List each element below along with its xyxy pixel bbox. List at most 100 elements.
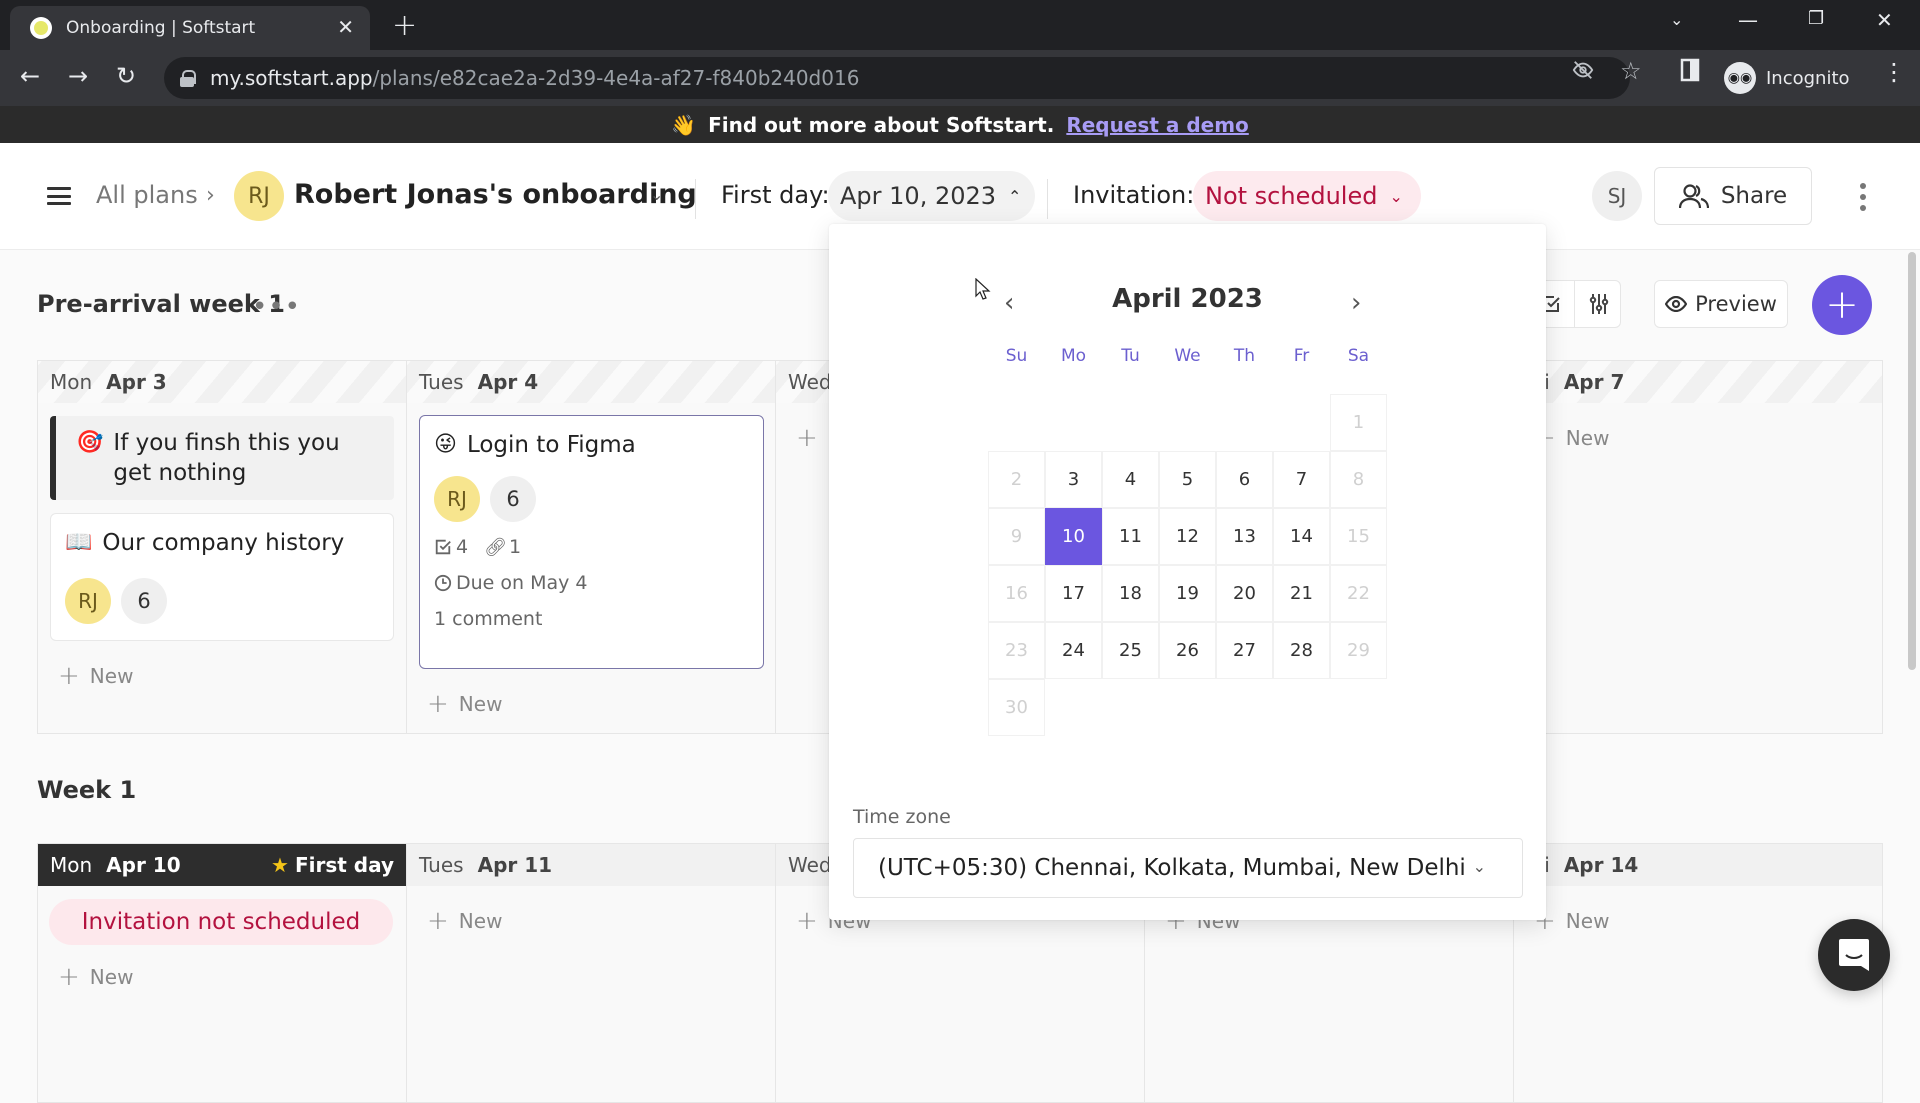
close-window-icon[interactable]: ✕ (1876, 8, 1893, 32)
calendar-day[interactable]: 3 (1045, 451, 1102, 508)
comment-count[interactable]: 1 comment (434, 608, 763, 630)
browser-tab[interactable]: Onboarding | Softstart ✕ (10, 6, 370, 50)
calendar-day[interactable]: 20 (1216, 565, 1273, 622)
day-name: Wed (788, 370, 832, 394)
tab-title: Onboarding | Softstart (66, 18, 256, 38)
first-day-label: First day: (721, 181, 830, 209)
section-title: Pre-arrival week 1 (37, 290, 285, 318)
preview-button[interactable]: Preview (1654, 280, 1788, 328)
assignee-count: 6 (490, 476, 536, 522)
calendar-day[interactable]: 11 (1102, 508, 1159, 565)
breadcrumb-all-plans[interactable]: All plans (96, 181, 198, 209)
url-path: /plans/e82cae2a-2d39-4e4a-af27-f840b240d… (372, 66, 860, 90)
reload-icon[interactable]: ↻ (116, 62, 136, 90)
tab-search-icon[interactable]: ⌄ (1670, 10, 1683, 29)
day-column: Mon Apr 10 ★ First day Invitation not sch… (38, 844, 407, 1102)
calendar-day[interactable]: 28 (1273, 622, 1330, 679)
calendar-day[interactable]: 24 (1045, 622, 1102, 679)
new-tab-button[interactable]: + (392, 8, 417, 43)
bookmark-star-icon[interactable]: ☆ (1620, 57, 1642, 85)
calendar-day[interactable]: 14 (1273, 508, 1330, 565)
calendar-day: 2 (988, 451, 1045, 508)
winking-face-icon: 😜 (434, 432, 457, 457)
share-button[interactable]: Share (1654, 167, 1812, 225)
calendar-day: 29 (1330, 622, 1387, 679)
support-chat-button[interactable] (1818, 919, 1890, 991)
day-column: Tues Apr 4 😜 Login to Figma RJ 6 4 🔗︎ 1 … (407, 361, 776, 733)
page-scrollbar[interactable] (1908, 252, 1916, 670)
filter-sliders-icon[interactable] (1575, 281, 1622, 327)
user-avatar[interactable]: SJ (1592, 171, 1642, 221)
new-label: New (89, 965, 134, 989)
calendar-day[interactable]: 13 (1216, 508, 1273, 565)
request-demo-link[interactable]: Request a demo (1066, 113, 1248, 137)
incognito-label: Incognito (1766, 67, 1850, 89)
milestone-card[interactable]: 🎯 If you finsh this you get nothing (50, 416, 394, 500)
new-label: New (1565, 909, 1610, 933)
calendar-day[interactable]: 18 (1102, 565, 1159, 622)
calendar-day[interactable]: 17 (1045, 565, 1102, 622)
weekday-label: Mo (1060, 346, 1087, 366)
calendar-day[interactable]: 12 (1159, 508, 1216, 565)
calendar-day[interactable]: 6 (1216, 451, 1273, 508)
calendar-day[interactable]: 19 (1159, 565, 1216, 622)
day-date: Apr 4 (477, 370, 539, 394)
url-input[interactable]: my.softstart.app/plans/e82cae2a-2d39-4e4… (164, 57, 1630, 99)
weekday-header: Su Mo Tu We Th Fr Sa (988, 346, 1388, 366)
assignee-count: 6 (121, 578, 167, 624)
calendar-day[interactable]: 5 (1159, 451, 1216, 508)
add-task-button[interactable]: + (1812, 275, 1872, 335)
next-month-chevron-icon[interactable]: › (1351, 288, 1361, 318)
new-task-button[interactable]: + New (58, 661, 133, 691)
first-day-badge-label: First day (294, 853, 394, 877)
address-bar-row: ← → ↻ my.softstart.app/plans/e82cae2a-2d… (0, 50, 1920, 106)
first-day-date-picker-button[interactable]: Apr 10, 2023 ⌃ (828, 171, 1036, 221)
side-panel-icon[interactable] (1680, 58, 1700, 88)
previous-month-chevron-icon[interactable]: ‹ (1004, 288, 1014, 318)
task-card[interactable]: 📖 Our company history RJ 6 (50, 513, 394, 641)
first-day-badge: ★ First day (271, 853, 394, 877)
close-tab-icon[interactable]: ✕ (337, 15, 354, 39)
calendar-day[interactable]: 27 (1216, 622, 1273, 679)
task-card[interactable]: 😜 Login to Figma RJ 6 4 🔗︎ 1 Due on May … (419, 415, 764, 669)
tracking-blocked-eye-icon[interactable] (1572, 59, 1594, 87)
browser-menu-icon[interactable]: ⋮ (1882, 58, 1906, 86)
new-task-button[interactable]: + New (427, 906, 502, 936)
plus-icon: + (796, 423, 818, 453)
invitation-status-dropdown[interactable]: Not scheduled ⌄ (1193, 171, 1421, 221)
weekday-label: Sa (1347, 346, 1370, 366)
invitation-label: Invitation: (1073, 181, 1195, 209)
calendar-day-selected[interactable]: 10 (1045, 508, 1102, 565)
calendar-day[interactable]: 21 (1273, 565, 1330, 622)
calendar-day: 30 (988, 679, 1045, 736)
calendar-day[interactable]: 7 (1273, 451, 1330, 508)
calendar-day[interactable]: 4 (1102, 451, 1159, 508)
minimize-icon[interactable]: — (1738, 8, 1758, 32)
calendar-day: 23 (988, 622, 1045, 679)
day-date: Apr 3 (106, 370, 167, 394)
restore-icon[interactable]: ❐ (1808, 8, 1824, 29)
more-options-icon[interactable] (1860, 183, 1870, 216)
day-date: Apr 10 (106, 853, 181, 877)
back-icon[interactable]: ← (20, 62, 40, 90)
share-label: Share (1720, 183, 1788, 209)
incognito-profile-button[interactable]: ◉◉ Incognito (1720, 57, 1884, 99)
browser-tab-strip: Onboarding | Softstart ✕ + ⌄ — ❐ ✕ (0, 0, 1920, 50)
card-title: If you finsh this you get nothing (113, 430, 340, 486)
plan-menu-chevron-icon[interactable]: ⌄ (650, 185, 663, 204)
forward-icon[interactable]: → (68, 62, 88, 90)
menu-icon[interactable] (47, 187, 71, 205)
day-name: Wed (788, 853, 832, 877)
plan-title[interactable]: Robert Jonas's onboarding (294, 179, 697, 210)
book-icon: 📖 (65, 530, 93, 555)
new-task-button[interactable]: + New (427, 689, 502, 719)
plan-avatar: RJ (234, 171, 284, 221)
invitation-status-value: Not scheduled (1205, 182, 1378, 210)
new-task-button[interactable]: + New (58, 962, 133, 992)
calendar-day[interactable]: 26 (1159, 622, 1216, 679)
calendar-day[interactable]: 25 (1102, 622, 1159, 679)
due-date: Due on May 4 (456, 572, 588, 594)
invitation-status-badge[interactable]: Invitation not scheduled (49, 899, 393, 945)
section-more-icon[interactable]: ••• (252, 292, 301, 322)
timezone-select[interactable]: (UTC+05:30) Chennai, Kolkata, Mumbai, Ne… (853, 838, 1523, 898)
